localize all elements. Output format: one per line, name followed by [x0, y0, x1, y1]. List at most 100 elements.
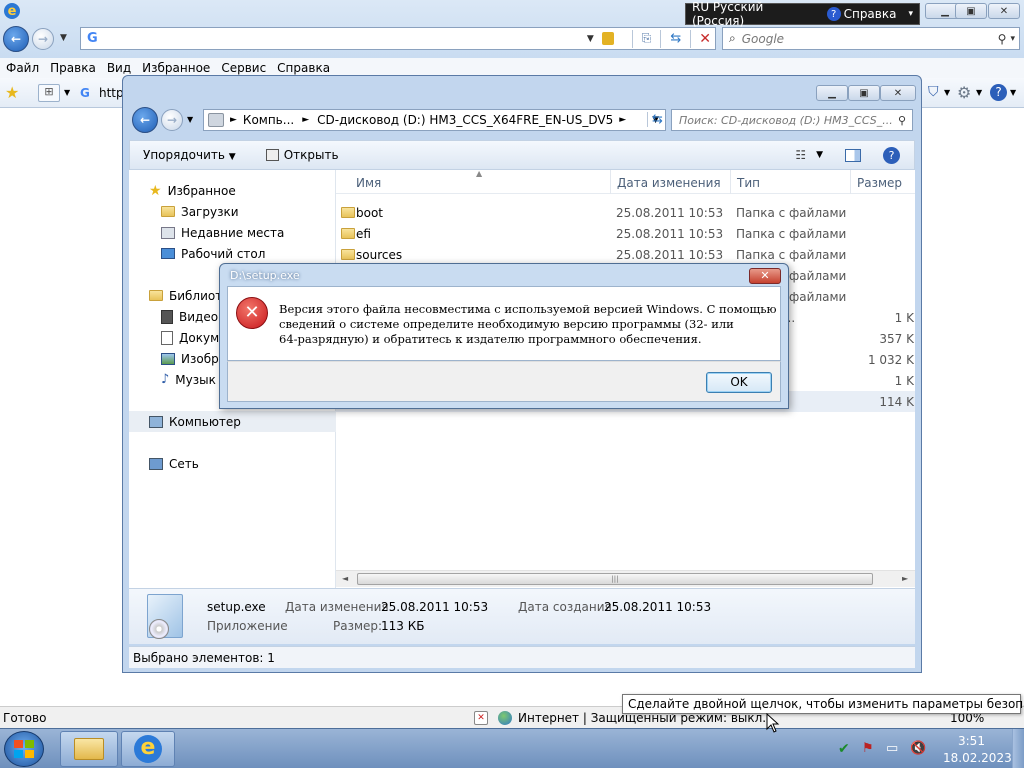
help-button[interactable]: ? Справка	[821, 7, 903, 21]
maximize-button[interactable]: ▣	[955, 3, 987, 19]
preview-pane-icon[interactable]	[845, 148, 861, 162]
explorer-search-box[interactable]: Поиск: CD-дисковод (D:) HM3_CCS_... ⚲	[671, 109, 913, 131]
clock-date[interactable]: 18.02.2023	[943, 751, 1012, 765]
scroll-left-icon[interactable]: ◄	[342, 574, 348, 583]
dialog-close-button[interactable]: ✕	[749, 268, 781, 284]
forward-button[interactable]: →	[32, 28, 54, 50]
open-button[interactable]: Открыть	[265, 148, 339, 162]
open-icon	[265, 149, 279, 161]
nav-label: Докум	[179, 330, 220, 345]
show-desktop-button[interactable]	[1012, 729, 1024, 768]
network-icon[interactable]: ▭	[886, 741, 898, 756]
refresh-icon[interactable]: ⇆	[670, 31, 681, 46]
menu-tools[interactable]: Сервис	[215, 61, 271, 75]
explorer-close-button[interactable]: ✕	[880, 85, 916, 101]
compatibility-view-icon[interactable]: ⎘	[642, 31, 652, 46]
recent-pages-dropdown-icon[interactable]: ▼	[187, 115, 193, 124]
column-name[interactable]: Имя	[356, 176, 381, 190]
explorer-help-icon[interactable]: ?	[883, 146, 900, 164]
history-dropdown-icon[interactable]: ▼	[60, 33, 67, 43]
security-alert-icon[interactable]: ⚑	[862, 741, 874, 756]
search-input[interactable]: Google	[742, 32, 998, 46]
language-bar[interactable]: RU Русский (Россия) ? Справка ▾	[685, 0, 920, 28]
breadcrumb-separator-icon[interactable]: ►	[302, 115, 309, 125]
address-bar[interactable]: G ▼ ⎘ ⇆ ✕	[80, 27, 716, 50]
lock-icon[interactable]	[601, 32, 614, 45]
view-options-dropdown-icon[interactable]: ▼	[816, 150, 823, 160]
tab-title[interactable]: http	[99, 86, 124, 100]
menu-edit[interactable]: Правка	[44, 61, 101, 75]
stop-icon[interactable]: ✕	[699, 31, 711, 47]
breadcrumb-computer[interactable]: Компь...	[243, 113, 294, 127]
search-box[interactable]: ⌕ Google ⚲ ▾	[722, 27, 1020, 50]
safety-icon[interactable]: ⛉	[928, 84, 939, 100]
tab-list-dropdown-icon[interactable]: ▼	[64, 88, 70, 97]
internet-zone-icon[interactable]	[498, 711, 512, 725]
explorer-address-bar[interactable]: ► Компь... ► CD-дисковод (D:) HM3_CCS_X6…	[203, 109, 666, 131]
start-button[interactable]	[4, 731, 44, 767]
table-row[interactable]: efi 25.08.2011 10:53 Папка с файлами	[336, 223, 915, 244]
horizontal-scrollbar[interactable]: ◄ ||| ►	[336, 570, 915, 587]
menu-view[interactable]: Вид	[101, 61, 136, 75]
explorer-minimize-button[interactable]: ▁	[816, 85, 848, 101]
column-size[interactable]: Размер	[857, 176, 902, 190]
details-kind: Приложение	[207, 619, 288, 633]
explorer-search-input[interactable]: Поиск: CD-дисковод (D:) HM3_CCS_...	[679, 114, 892, 127]
details-created-label: Дата создания:	[518, 600, 616, 614]
column-date-modified[interactable]: Дата изменения	[617, 176, 721, 190]
volume-muted-icon[interactable]: 🔇	[910, 741, 926, 756]
breadcrumb-drive[interactable]: CD-дисковод (D:) HM3_CCS_X64FRE_EN-US_DV…	[317, 113, 613, 127]
explorer-refresh-icon[interactable]: ⇆	[647, 112, 663, 127]
nav-downloads[interactable]: Загрузки	[129, 201, 336, 222]
tools-dropdown-icon[interactable]: ▼	[976, 88, 982, 97]
help-dropdown-icon[interactable]: ▼	[1010, 88, 1016, 97]
organize-button[interactable]: Упорядочить ▼	[143, 148, 236, 162]
view-options-icon[interactable]: ☷	[795, 148, 806, 162]
tools-gear-icon[interactable]: ⚙	[957, 83, 971, 102]
breadcrumb-arrow-icon[interactable]: ►	[230, 115, 237, 125]
search-dropdown-icon[interactable]: ▾	[1010, 34, 1015, 44]
column-type[interactable]: Тип	[737, 176, 760, 190]
favorites-star-icon[interactable]: ★	[5, 83, 19, 102]
clock-time[interactable]: 3:51	[958, 734, 985, 748]
back-button[interactable]: ←	[3, 26, 29, 52]
menu-help[interactable]: Справка	[271, 61, 335, 75]
scroll-thumb[interactable]: |||	[357, 573, 873, 585]
language-bar-menu-icon[interactable]: ▾	[902, 9, 919, 19]
nav-recent-places[interactable]: Недавние места	[129, 222, 336, 243]
nav-favorites[interactable]: ★ Избранное	[129, 180, 336, 201]
explorer-maximize-button[interactable]: ▣	[848, 85, 880, 101]
sort-arrow-icon: ▲	[476, 169, 483, 178]
windows-logo-icon	[14, 740, 34, 758]
close-window-button[interactable]: ✕	[988, 3, 1020, 19]
table-row[interactable]: boot 25.08.2011 10:53 Папка с файлами	[336, 202, 915, 223]
ok-button[interactable]: OK	[706, 372, 772, 393]
nav-computer[interactable]: Компьютер	[129, 411, 336, 432]
quick-tabs-icon[interactable]: ⊞	[38, 84, 60, 102]
explorer-forward-button[interactable]: →	[161, 109, 183, 131]
explorer-command-bar: Упорядочить ▼ Открыть ☷ ▼ ?	[129, 140, 915, 170]
safety-dropdown-icon[interactable]: ▼	[944, 88, 950, 97]
language-indicator[interactable]: RU Русский (Россия)	[686, 0, 821, 28]
menu-favorites[interactable]: Избранное	[136, 61, 215, 75]
nav-label: Сеть	[169, 456, 199, 471]
menu-file[interactable]: Файл	[0, 61, 44, 75]
documents-icon	[161, 330, 173, 345]
nav-network[interactable]: Сеть	[129, 453, 336, 474]
explorer-back-button[interactable]: ←	[132, 107, 158, 133]
ie-help-icon[interactable]: ?	[990, 84, 1007, 101]
taskbar-explorer-button[interactable]	[60, 731, 118, 767]
nav-desktop[interactable]: Рабочий стол	[129, 243, 336, 264]
search-icon[interactable]: ⚲	[998, 32, 1007, 46]
breadcrumb-separator-icon[interactable]: ►	[619, 115, 626, 125]
explorer-search-icon[interactable]: ⚲	[898, 114, 906, 127]
action-center-icon[interactable]: ✔	[838, 741, 850, 757]
popup-blocked-icon[interactable]: ✕	[474, 711, 488, 725]
disc-icon	[149, 619, 169, 639]
google-favicon-icon: G	[87, 31, 98, 46]
taskbar-ie-button[interactable]: e	[121, 731, 175, 767]
scroll-right-icon[interactable]: ►	[902, 574, 908, 583]
recent-places-icon	[161, 226, 175, 239]
table-row[interactable]: sources 25.08.2011 10:53 Папка с файлами	[336, 244, 915, 265]
address-dropdown-icon[interactable]: ▼	[587, 34, 594, 44]
